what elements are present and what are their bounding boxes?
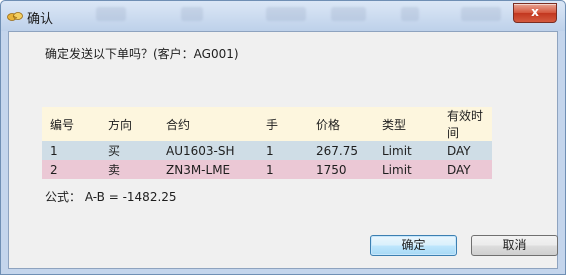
cell-lots: 1 <box>266 162 274 177</box>
background-blur <box>331 7 366 21</box>
col-header-lots: 手 <box>266 117 279 132</box>
table-row: 2 卖 ZN3M-LME 1 1750 Limit DAY <box>42 160 492 179</box>
table-header-row: 编号 方向 合约 手 价格 类型 有效时间 <box>42 107 492 141</box>
cell-type: Limit <box>382 143 412 158</box>
col-header-validity: 有效时间 <box>447 109 484 140</box>
background-blur <box>461 7 501 21</box>
cell-direction: 买 <box>108 144 121 158</box>
cell-type: Limit <box>382 162 412 177</box>
order-table: 编号 方向 合约 手 价格 类型 有效时间 1 买 AU1603-SH 1 26… <box>42 107 492 179</box>
col-header-id: 编号 <box>50 117 75 132</box>
col-header-direction: 方向 <box>108 117 133 132</box>
cell-lots: 1 <box>266 143 274 158</box>
table-row: 1 买 AU1603-SH 1 267.75 Limit DAY <box>42 141 492 160</box>
cell-price: 267.75 <box>316 143 358 158</box>
background-blur <box>401 7 419 21</box>
col-header-price: 价格 <box>316 117 341 132</box>
window-title: 确认 <box>27 12 54 27</box>
cell-contract: ZN3M-LME <box>166 162 231 177</box>
handshake-icon <box>7 12 23 21</box>
cancel-button[interactable]: 取消 <box>471 235 558 256</box>
col-header-contract: 合约 <box>166 117 191 132</box>
close-icon: x <box>531 5 539 19</box>
title-bar[interactable]: 确认 x <box>1 1 565 31</box>
cell-validity: DAY <box>447 162 471 177</box>
cell-id: 2 <box>50 162 58 177</box>
background-blur <box>181 7 203 21</box>
cell-contract: AU1603-SH <box>166 143 235 158</box>
cell-price: 1750 <box>316 162 347 177</box>
background-blur <box>96 7 126 21</box>
background-blur <box>266 7 306 21</box>
cell-direction: 卖 <box>108 163 121 177</box>
confirm-button[interactable]: 确定 <box>370 235 457 256</box>
confirm-message: 确定发送以下单吗？(客户：AG001) <box>45 47 239 61</box>
close-button[interactable]: x <box>513 3 557 23</box>
cell-validity: DAY <box>447 143 471 158</box>
cell-id: 1 <box>50 143 58 158</box>
formula-text: 公式： A-B = -1482.25 <box>45 190 177 204</box>
col-header-type: 类型 <box>382 117 407 132</box>
